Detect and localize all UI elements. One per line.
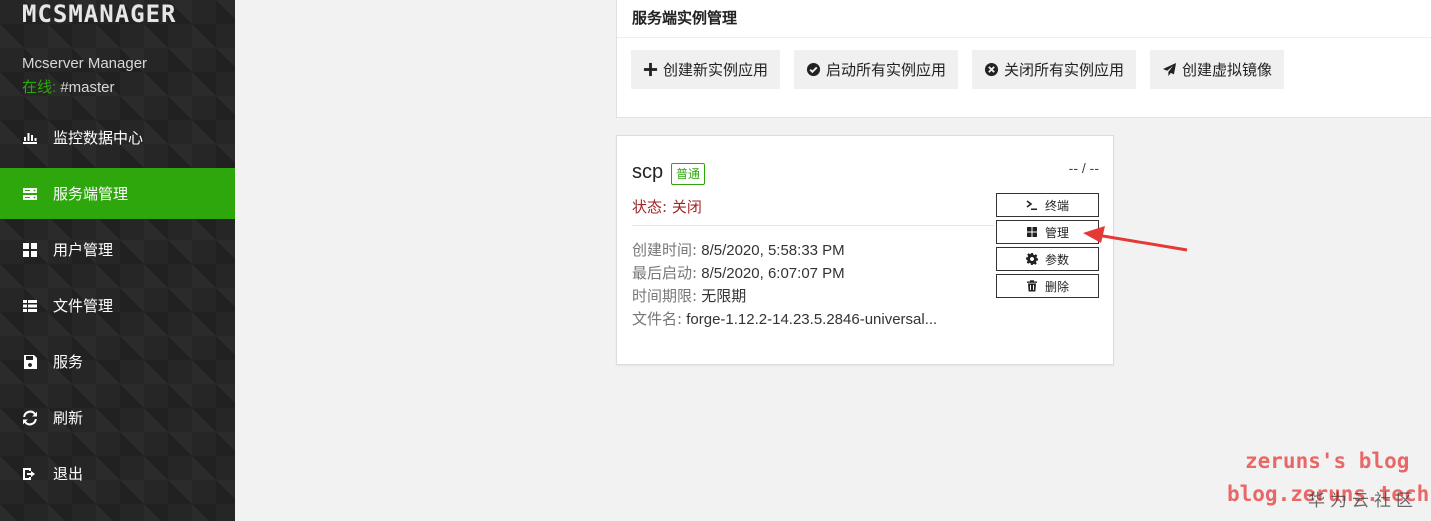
grid-icon: [1026, 226, 1038, 238]
delete-button[interactable]: 删除: [996, 274, 1099, 298]
sidebar-item-user-management[interactable]: 用户管理: [0, 224, 235, 275]
plus-icon: [643, 62, 658, 77]
stop-all-button[interactable]: 关闭所有实例应用: [972, 50, 1137, 89]
logout-icon: [22, 466, 38, 482]
last-start-value: 8/5/2020, 6:07:07 PM: [697, 265, 845, 282]
brand-name: Mcserver Manager: [22, 55, 148, 72]
grid-icon: [22, 242, 38, 258]
expiry-value: 无限期: [697, 288, 747, 305]
close-circle-icon: [984, 62, 999, 77]
sidebar-item-service[interactable]: 服务: [0, 336, 235, 387]
instance-management-panel: 服务端实例管理 创建新实例应用 启动所有实例应用 关闭所有实例应用 创建虚拟镜像: [616, 0, 1431, 118]
instance-card: scp 普通 -- / -- 状态: 关闭 创建时间: 8/5/2020, 5:…: [616, 135, 1114, 365]
expiry-label: 时间期限:: [632, 287, 698, 305]
manage-label: 管理: [1044, 225, 1069, 240]
created-time: 创建时间: 8/5/2020, 5:58:33 PM: [632, 239, 845, 260]
status-label: 在线:: [22, 79, 57, 96]
start-all-button[interactable]: 启动所有实例应用: [794, 50, 959, 89]
instance-type-badge: 普通: [671, 163, 706, 185]
list-icon: [22, 298, 38, 314]
file-name-value: forge-1.12.2-14.23.5.2846-universal...: [682, 311, 938, 328]
sidebar-item-refresh[interactable]: 刷新: [0, 392, 235, 443]
created-time-label: 创建时间:: [632, 241, 698, 259]
trash-icon: [1026, 280, 1038, 292]
terminal-button[interactable]: 终端: [996, 193, 1099, 217]
bar-chart-icon: [22, 130, 38, 146]
toolbar: 创建新实例应用 启动所有实例应用 关闭所有实例应用 创建虚拟镜像: [631, 50, 1285, 89]
check-circle-icon: [806, 62, 821, 77]
sidebar-item-label: 文件管理: [53, 297, 114, 315]
sidebar-item-label: 监控数据中心: [53, 129, 144, 147]
annotation-arrow: [1083, 226, 1188, 252]
last-start-label: 最后启动:: [632, 264, 698, 282]
start-all-label: 启动所有实例应用: [826, 61, 947, 79]
watermark-community: 华为云社区: [1308, 491, 1418, 511]
status-value: #master: [56, 79, 115, 96]
instance-name: scp: [632, 161, 664, 183]
stop-all-label: 关闭所有实例应用: [1004, 61, 1125, 79]
sidebar-item-monitor[interactable]: 监控数据中心: [0, 112, 235, 163]
sidebar-nav: 监控数据中心 服务端管理 用户管理 文件管理 服务 刷新 退出: [0, 112, 235, 504]
instance-status: 状态: 关闭: [632, 198, 702, 216]
create-image-button[interactable]: 创建虚拟镜像: [1150, 50, 1285, 89]
create-instance-button[interactable]: 创建新实例应用: [631, 50, 781, 89]
gear-icon: [1025, 253, 1038, 265]
last-start-time: 最后启动: 8/5/2020, 6:07:07 PM: [632, 262, 845, 283]
server-icon: [22, 186, 38, 202]
expiry: 时间期限: 无限期: [632, 285, 746, 306]
sidebar: MCSMANAGER Mcserver Manager 在线: #master …: [0, 0, 235, 521]
sidebar-item-file-management[interactable]: 文件管理: [0, 280, 235, 331]
watermark-blog-name: zeruns's blog: [1245, 449, 1410, 473]
created-time-value: 8/5/2020, 5:58:33 PM: [697, 242, 845, 259]
sidebar-item-label: 用户管理: [53, 241, 114, 259]
paper-plane-icon: [1162, 62, 1177, 77]
terminal-label: 终端: [1044, 198, 1069, 213]
divider: [632, 225, 994, 226]
refresh-icon: [22, 410, 38, 426]
sidebar-item-label: 退出: [53, 465, 84, 483]
save-icon: [22, 354, 38, 370]
app-logo: MCSMANAGER: [22, 0, 177, 28]
sidebar-item-label: 刷新: [53, 409, 84, 427]
sidebar-item-label: 服务: [53, 353, 84, 371]
page-title: 服务端实例管理: [617, 0, 1431, 38]
create-image-label: 创建虚拟镜像: [1182, 61, 1273, 79]
params-label: 参数: [1044, 252, 1069, 267]
delete-label: 删除: [1044, 279, 1069, 294]
file-name-label: 文件名:: [632, 310, 683, 328]
sidebar-item-server-management[interactable]: 服务端管理: [0, 168, 235, 219]
sidebar-item-label: 服务端管理: [53, 185, 129, 203]
create-instance-label: 创建新实例应用: [663, 61, 769, 79]
file-name: 文件名: forge-1.12.2-14.23.5.2846-universal…: [632, 308, 937, 329]
terminal-icon: [1026, 199, 1038, 211]
connection-status: 在线: #master: [22, 76, 115, 97]
instance-usage: -- / --: [1068, 160, 1099, 176]
sidebar-item-logout[interactable]: 退出: [0, 448, 235, 499]
